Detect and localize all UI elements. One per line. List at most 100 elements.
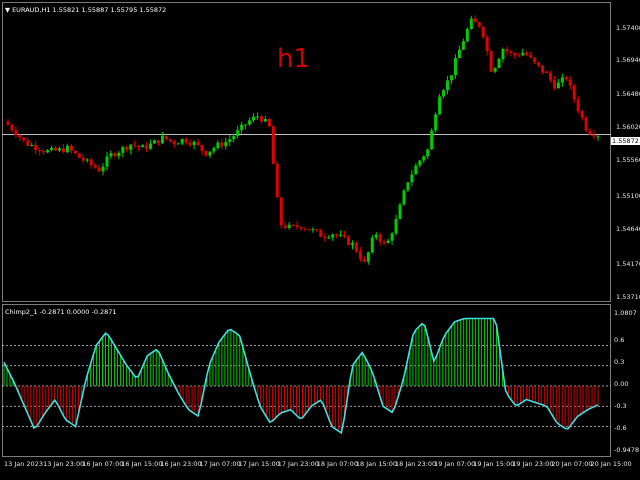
candle-body <box>105 156 109 167</box>
indicator-tick-label: -0.6 <box>614 424 627 432</box>
candle-body <box>216 142 220 148</box>
price-tick-label: 1.56480 <box>616 90 640 98</box>
candle-body <box>382 241 386 244</box>
candle-body <box>6 121 10 126</box>
candle-body <box>390 233 394 241</box>
candle <box>485 34 489 56</box>
candle-body <box>89 159 93 166</box>
candle-body <box>10 125 14 131</box>
candle <box>113 151 117 158</box>
candle <box>153 139 157 144</box>
candle-body <box>477 22 481 27</box>
candle-body <box>271 126 275 164</box>
price-tick-label: 1.56940 <box>616 56 640 64</box>
candle-body <box>42 151 46 153</box>
candle-body <box>327 237 331 239</box>
time-tick-label: 17 Jan 23:00 <box>277 460 319 468</box>
indicator-tick-label: 0.00 <box>614 380 629 388</box>
candle-body <box>584 117 588 131</box>
candle-body <box>65 145 69 153</box>
candle <box>22 137 26 143</box>
candle <box>521 48 525 56</box>
time-tick-label: 16 Jan 15:00 <box>121 460 163 468</box>
candle <box>149 139 153 150</box>
candle-body <box>145 145 149 149</box>
candle <box>311 227 315 233</box>
candle-body <box>402 190 406 205</box>
price-scale[interactable]: 1.57400 1.56940 1.56480 1.56020 1.55560 1.551… <box>611 2 640 302</box>
candle <box>533 57 537 65</box>
candle-body <box>22 137 26 141</box>
candle <box>347 235 351 246</box>
candle-body <box>509 51 513 53</box>
candle-body <box>453 58 457 76</box>
candle-body <box>141 145 145 148</box>
candle-body <box>572 85 576 100</box>
price-tick-label: 1.54170 <box>616 260 640 268</box>
candle <box>442 88 446 99</box>
candle-body <box>121 147 125 153</box>
terminal-window: ▼ EURAUD,H1 1.55821 1.55887 1.55795 1.55… <box>0 0 640 480</box>
candle-body <box>366 252 370 262</box>
candle <box>259 114 263 124</box>
candle <box>430 128 434 150</box>
candle <box>414 163 418 175</box>
candle-body <box>61 148 65 153</box>
candle <box>303 226 307 232</box>
candle <box>50 145 54 152</box>
candle-body <box>275 163 279 198</box>
candle-body <box>457 49 461 59</box>
candle-body <box>26 140 30 146</box>
candle-body <box>426 149 430 157</box>
candle <box>228 134 232 147</box>
price-tick-label: 1.56020 <box>616 123 640 131</box>
candle-body <box>521 52 525 56</box>
candle-body <box>331 234 335 238</box>
candle <box>204 150 208 157</box>
candle <box>105 152 109 171</box>
candle <box>180 138 184 146</box>
candle-body <box>446 80 450 91</box>
candle-body <box>560 77 564 83</box>
candle <box>509 49 513 57</box>
candle-body <box>38 149 42 152</box>
candle <box>287 222 291 230</box>
candle <box>354 241 358 253</box>
candle <box>89 157 93 169</box>
indicator-tick-label: 0.6 <box>614 336 625 344</box>
time-axis[interactable]: 13 Jan 2023 13 Jan 23:00 16 Jan 07:00 16 Ja… <box>0 457 640 480</box>
candle <box>295 221 299 230</box>
candle <box>362 255 366 263</box>
candle <box>315 228 319 233</box>
indicator-tick-label: 1.0807 <box>614 309 637 317</box>
candle <box>572 83 576 103</box>
candle-body <box>398 204 402 219</box>
candle <box>176 142 180 145</box>
candle-body <box>370 237 374 253</box>
candle-body <box>259 116 263 122</box>
candle <box>101 163 105 176</box>
candle <box>73 149 77 155</box>
candle-body <box>414 165 418 175</box>
candle-body <box>358 251 362 260</box>
candle <box>386 238 390 244</box>
candle <box>307 229 311 231</box>
candle-body <box>77 153 81 158</box>
candle <box>61 144 65 154</box>
indicator-tick-label: -0.9478 <box>614 446 640 454</box>
candle-body <box>228 139 232 142</box>
candle-body <box>220 142 224 147</box>
candle <box>263 115 267 123</box>
candle-body <box>50 147 54 151</box>
candle <box>77 153 81 159</box>
candle <box>402 188 406 206</box>
candle <box>438 93 442 115</box>
candle-body <box>244 124 248 126</box>
candle-body <box>517 55 521 57</box>
candle-body <box>513 52 517 56</box>
indicator-scale[interactable]: 1.0807 0.6 0.3 0.00 -0.3 -0.6 -0.9478 <box>611 304 640 457</box>
chart-title: ▼ EURAUD,H1 1.55821 1.55887 1.55795 1.55… <box>5 6 166 14</box>
candle <box>529 51 533 59</box>
candle <box>10 123 14 133</box>
candle-body <box>378 234 382 242</box>
